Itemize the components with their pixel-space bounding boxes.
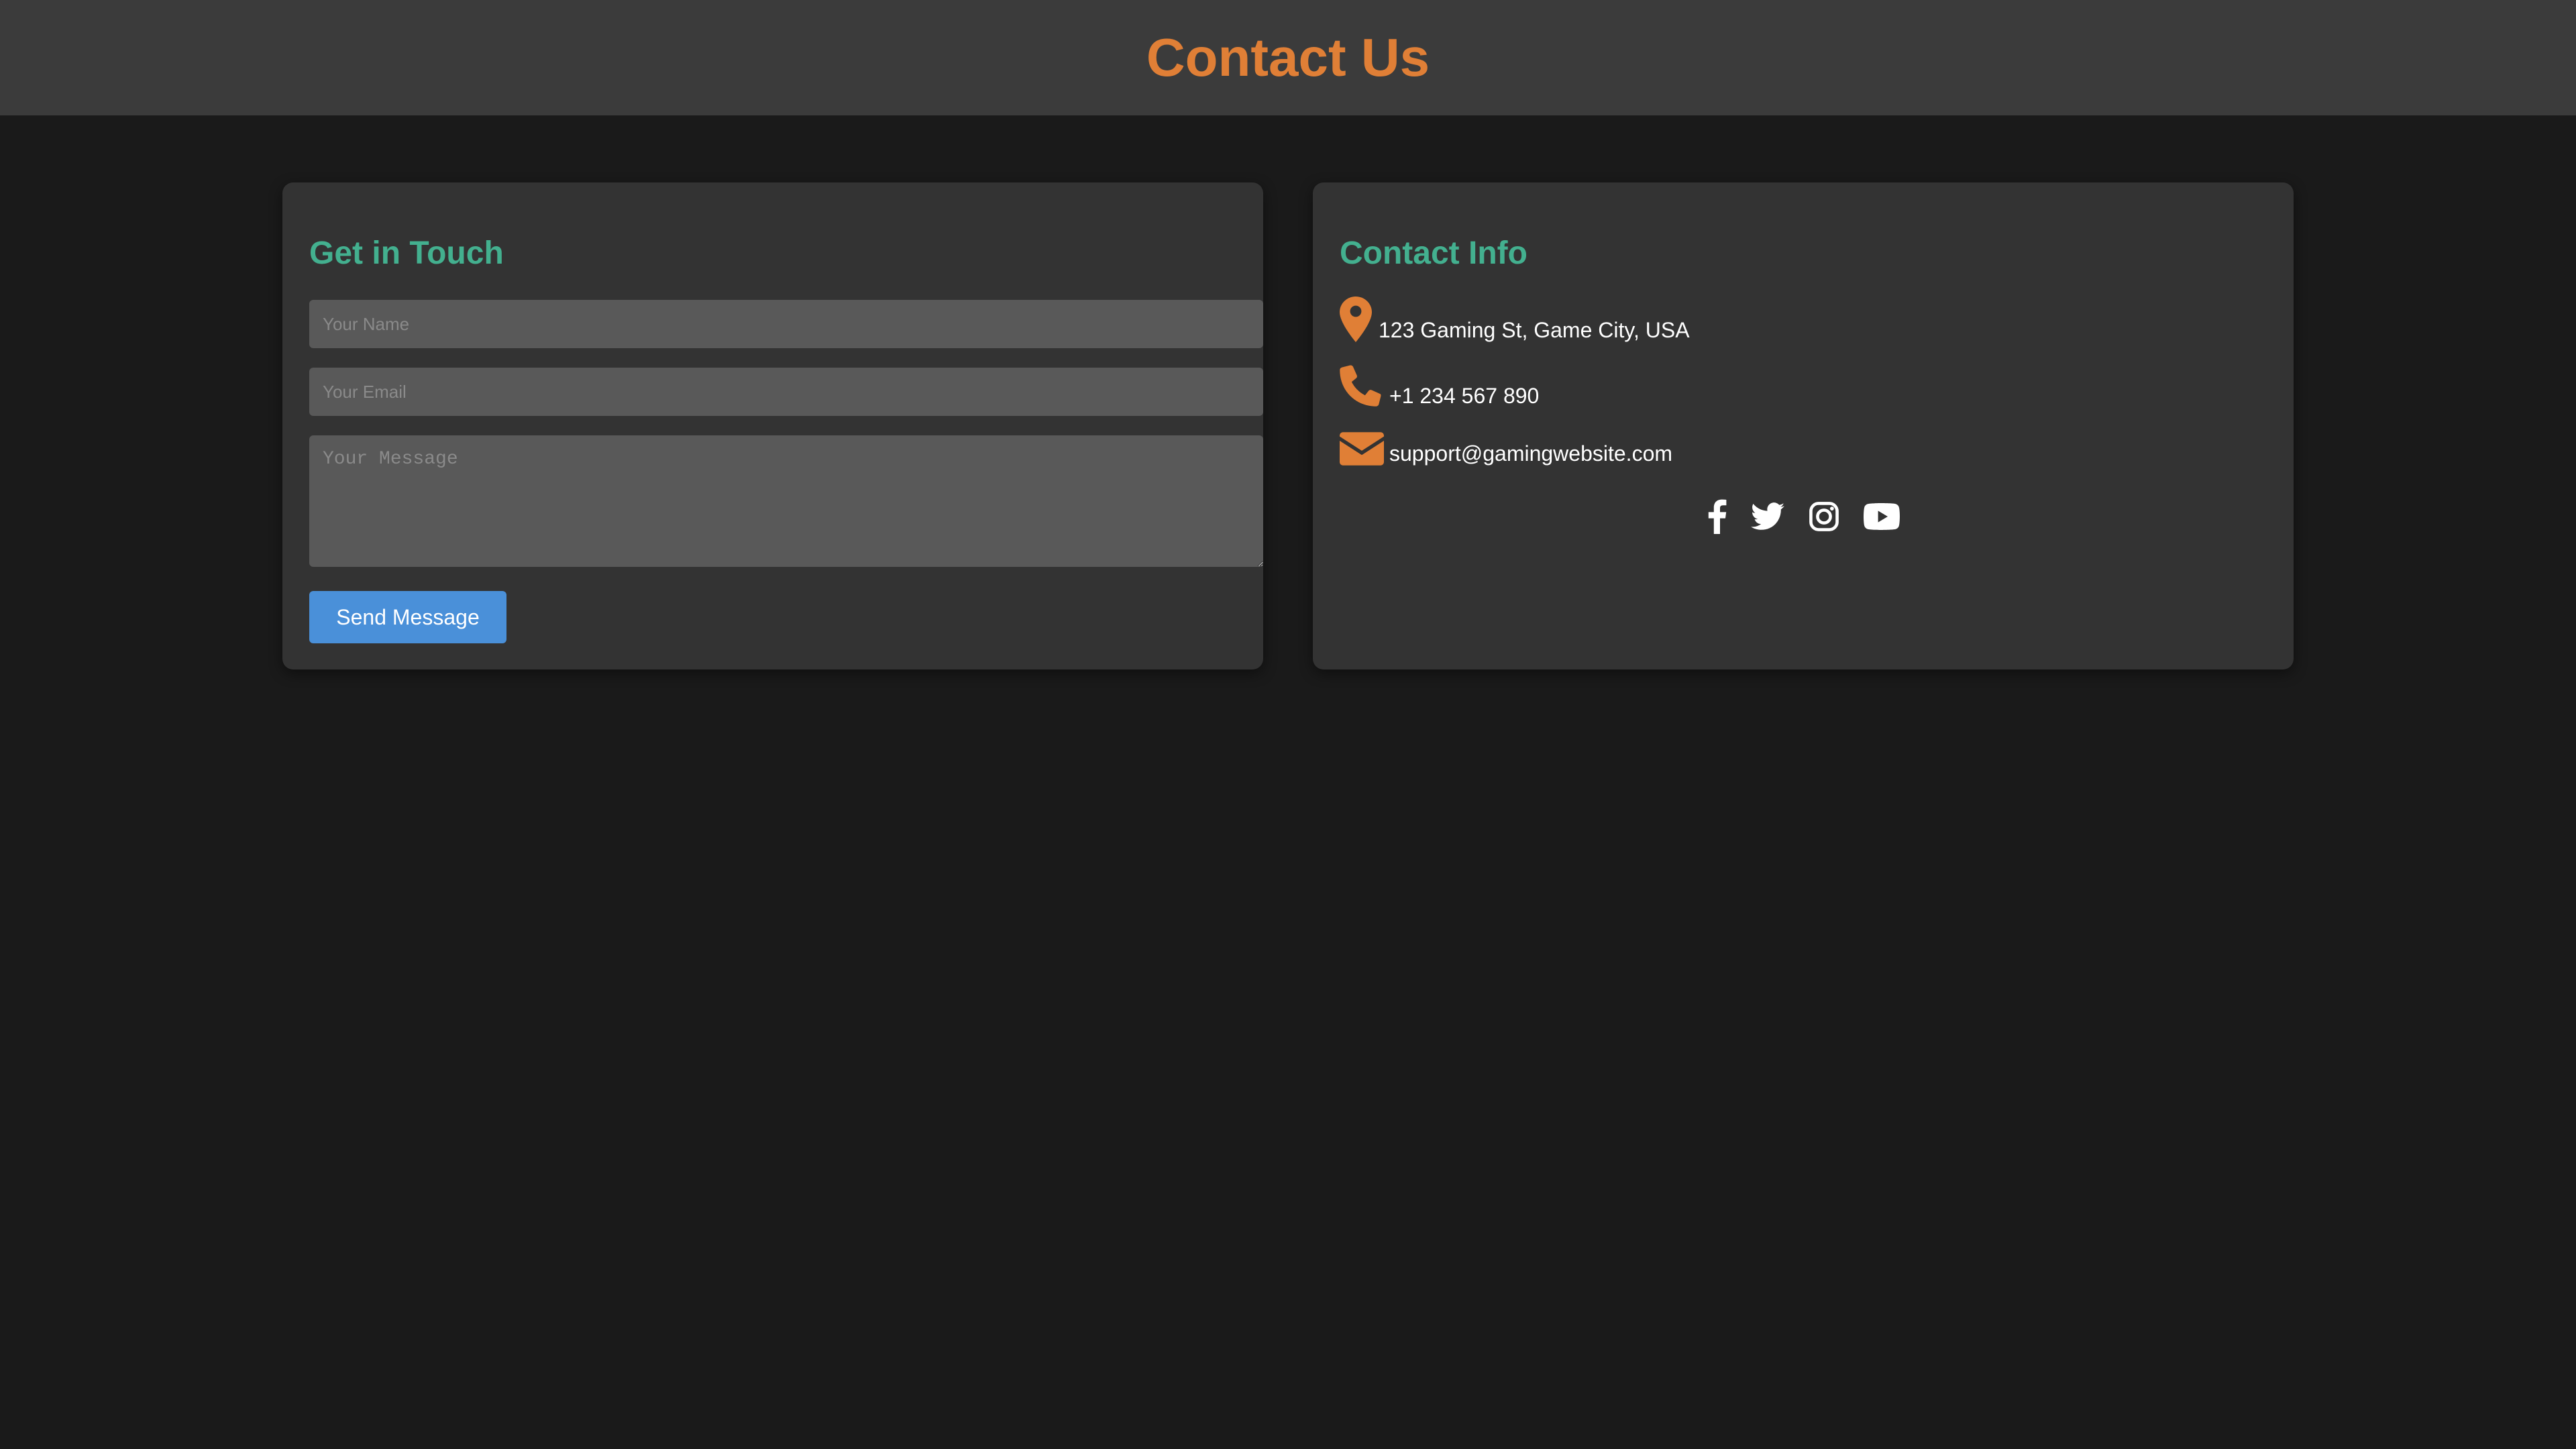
contact-form-card: Get in Touch Send Message xyxy=(282,182,1263,669)
instagram-icon[interactable] xyxy=(1809,498,1839,535)
envelope-icon xyxy=(1340,432,1384,466)
phone-row: +1 234 567 890 xyxy=(1340,364,1539,407)
page-header: Contact Us xyxy=(0,0,2576,115)
facebook-icon[interactable] xyxy=(1707,498,1727,535)
phone-icon xyxy=(1340,364,1383,407)
contact-info-card: Contact Info 123 Gaming St, Game City, U… xyxy=(1313,182,2294,669)
address-row: 123 Gaming St, Game City, USA xyxy=(1340,297,1690,342)
social-links xyxy=(1313,498,2294,535)
address-text: 123 Gaming St, Game City, USA xyxy=(1379,318,1690,342)
twitter-icon[interactable] xyxy=(1751,498,1784,535)
form-title: Get in Touch xyxy=(309,235,504,271)
send-message-button[interactable]: Send Message xyxy=(309,591,506,643)
email-text: support@gamingwebsite.com xyxy=(1389,441,1673,466)
contact-info-title: Contact Info xyxy=(1340,235,1527,271)
email-row: support@gamingwebsite.com xyxy=(1340,432,1672,466)
page-title: Contact Us xyxy=(1146,28,1430,87)
email-input[interactable] xyxy=(309,368,1263,416)
message-textarea[interactable] xyxy=(309,435,1263,567)
map-pin-icon xyxy=(1340,297,1372,342)
name-input[interactable] xyxy=(309,300,1263,348)
youtube-icon[interactable] xyxy=(1864,498,1900,535)
phone-text: +1 234 567 890 xyxy=(1389,384,1540,408)
